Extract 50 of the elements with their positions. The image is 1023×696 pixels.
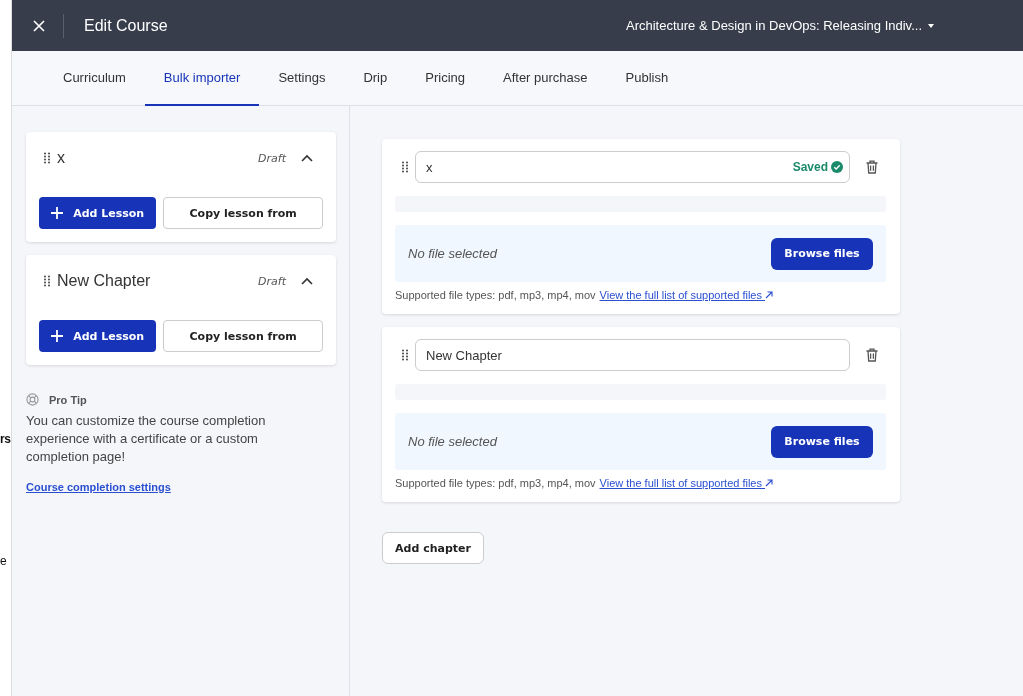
drag-handle-icon[interactable] (44, 275, 50, 287)
external-link-icon (765, 291, 774, 299)
add-lesson-button[interactable]: Add Lesson (39, 197, 157, 229)
course-selector[interactable]: Architecture & Design in DevOps: Releasing Indiv... (626, 18, 934, 33)
trash-icon[interactable] (866, 160, 878, 174)
completion-settings-link[interactable]: Course completion settings (26, 481, 171, 493)
tab[interactable]: After purchase (484, 51, 607, 106)
chevron-icon[interactable] (301, 154, 313, 162)
tab[interactable]: Drip (344, 51, 407, 106)
copy-lesson-button[interactable]: Copy lesson from (163, 197, 323, 229)
supported-types-text: Supported file types: pdf, mp3, mp4, mov (395, 289, 596, 301)
chapter-title: New Chapter (57, 272, 151, 290)
add-lesson-button[interactable]: Add Lesson (39, 320, 157, 352)
chapter-name-field[interactable]: New Chapter (415, 339, 850, 371)
supported-files-link[interactable]: View the full list of supported files (599, 477, 774, 489)
supported-files-link[interactable]: View the full list of supported files (599, 289, 774, 301)
drag-handle-icon[interactable] (402, 349, 408, 361)
plus-icon (51, 207, 64, 219)
external-link-icon (765, 479, 774, 487)
file-status: No file selected (408, 434, 497, 449)
file-status: No file selected (408, 246, 497, 261)
status-label: Draft (258, 151, 286, 165)
tab[interactable]: Curriculum (44, 51, 145, 106)
close-icon[interactable] (33, 19, 45, 32)
browse-files-button[interactable]: Browse files (771, 237, 873, 270)
window-title: Edit Course (84, 16, 168, 35)
tab[interactable]: Publish (606, 51, 688, 106)
tip-text: You can customize the course completion experience with a certificate or a custom completion page! (26, 412, 267, 466)
plus-icon (51, 330, 64, 342)
saved-status: Saved (792, 160, 843, 174)
tip-title: Pro Tip (49, 393, 87, 406)
chapter-name-field[interactable]: x Saved (415, 151, 850, 183)
chapter-title: x (57, 149, 65, 167)
add-chapter-button[interactable]: Add chapter (382, 532, 484, 564)
drag-handle-icon[interactable] (402, 161, 408, 173)
tab[interactable]: Bulk importer (144, 51, 260, 106)
drag-handle-icon[interactable] (44, 152, 50, 164)
chevron-icon[interactable] (301, 277, 313, 285)
supported-types-text: Supported file types: pdf, mp3, mp4, mov (395, 477, 596, 489)
copy-lesson-button[interactable]: Copy lesson from (163, 320, 323, 352)
lifebuoy-icon (26, 393, 39, 406)
caret-icon (928, 23, 934, 28)
tab[interactable]: Settings (259, 51, 345, 106)
tab[interactable]: Pricing (406, 51, 484, 106)
status-label: Draft (258, 274, 286, 288)
trash-icon[interactable] (866, 348, 878, 362)
check-circle-icon (831, 161, 843, 173)
page-text-fragment: e (0, 554, 7, 568)
page-text-fragment: rs (0, 432, 11, 446)
browse-files-button[interactable]: Browse files (771, 425, 873, 458)
